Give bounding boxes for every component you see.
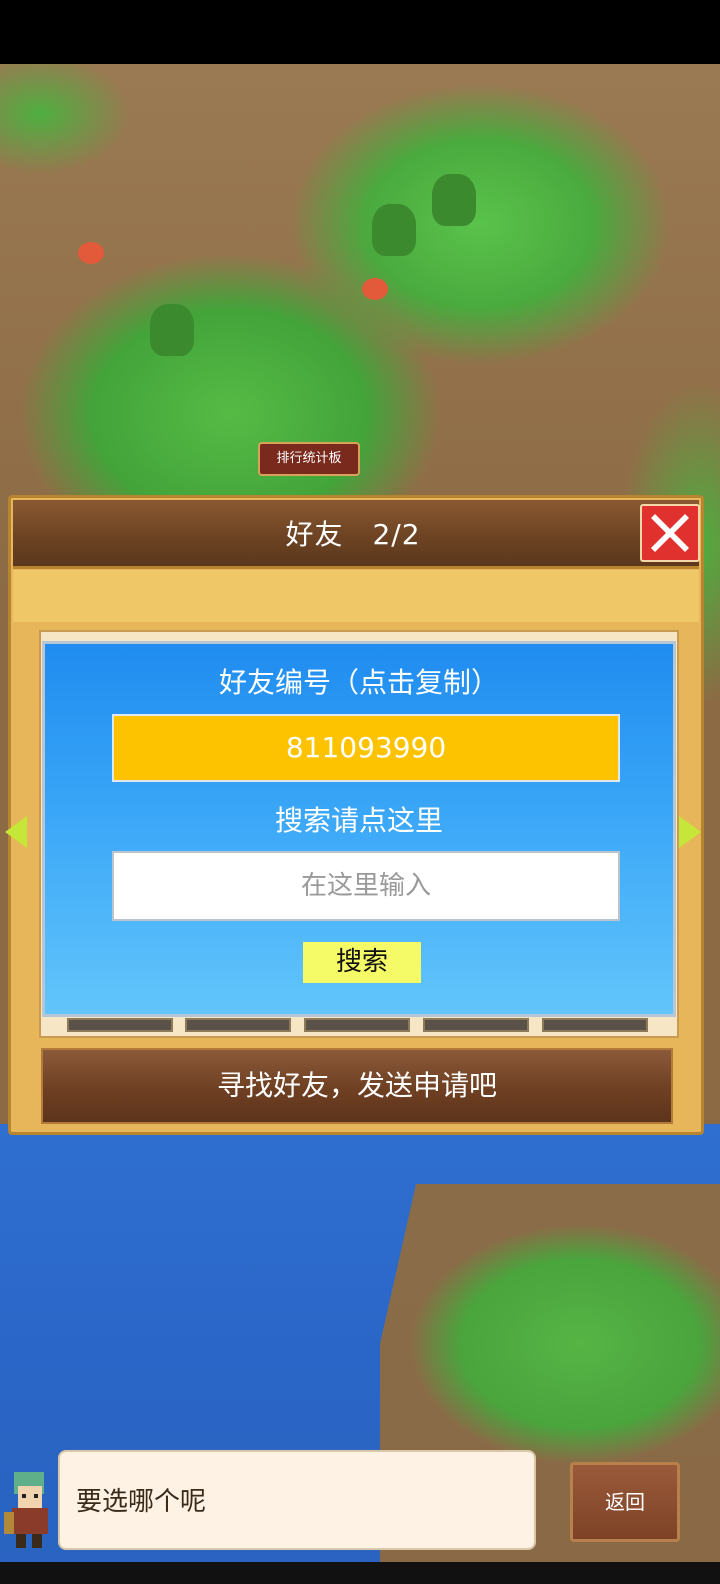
frame-slot [185, 1018, 291, 1032]
frame-slot [542, 1018, 648, 1032]
map-tree [150, 304, 194, 356]
footer-bar: 要选哪个呢 返回 [0, 1450, 720, 1584]
frame-slot [67, 1018, 173, 1032]
close-button[interactable] [640, 504, 700, 562]
map-tree [432, 174, 476, 226]
search-heading: 搜索请点这里 [274, 804, 443, 837]
next-page-arrow-icon[interactable] [679, 816, 701, 848]
friends-dialog: 好友 2/2 好友编号（点击复制） 811093990 搜索请点这里 搜索 寻找… [5, 495, 704, 1135]
map-flower [78, 242, 104, 264]
send-request-banner[interactable]: 寻找好友，发送申请吧 [41, 1048, 673, 1124]
back-button[interactable]: 返回 [570, 1462, 680, 1542]
friend-search-input[interactable] [112, 851, 620, 921]
previous-page-arrow-icon[interactable] [5, 816, 27, 848]
frame-slot [423, 1018, 529, 1032]
map-tree [372, 204, 416, 256]
guide-message-bubble: 要选哪个呢 [58, 1450, 536, 1550]
status-bar [0, 0, 720, 64]
friend-id-heading: 好友编号（点击复制） [218, 666, 499, 699]
close-icon [651, 514, 689, 552]
dialog-band [13, 570, 699, 622]
friend-id-copy-box[interactable]: 811093990 [112, 714, 620, 782]
friend-search-panel: 好友编号（点击复制） 811093990 搜索请点这里 搜索 [42, 641, 676, 1017]
dialog-header: 好友 2/2 [13, 500, 700, 569]
ranking-board-sign[interactable]: 排行统计板 [258, 442, 360, 476]
search-button[interactable]: 搜索 [303, 942, 421, 983]
map-flower [362, 278, 388, 300]
guide-character-avatar [4, 1472, 48, 1548]
navigation-strip [0, 1562, 720, 1584]
dialog-title: 好友 2/2 [285, 518, 421, 551]
frame-slot [304, 1018, 410, 1032]
